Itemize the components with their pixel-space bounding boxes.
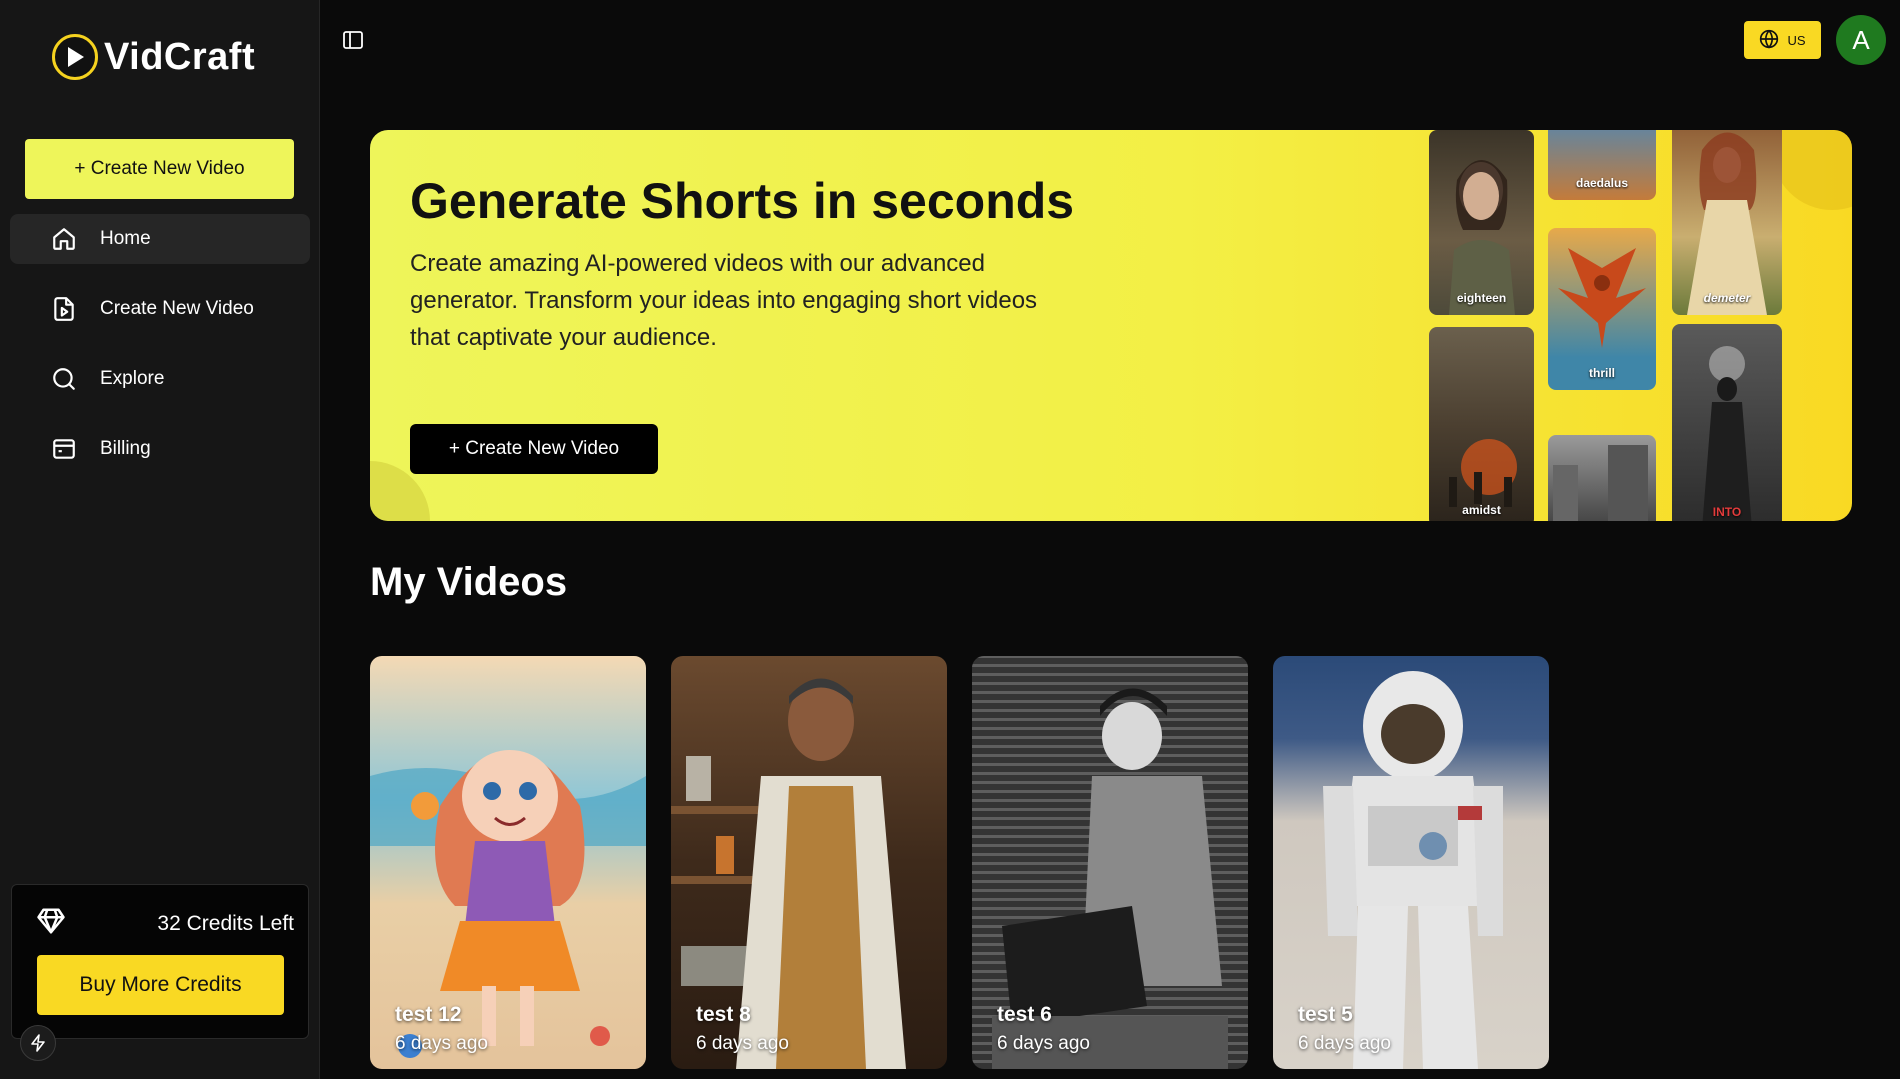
wallet-icon xyxy=(50,435,78,463)
video-title: test 8 xyxy=(696,1003,751,1026)
file-video-icon xyxy=(50,295,78,323)
video-title: test 12 xyxy=(395,1003,462,1026)
sidebar-item-label: Explore xyxy=(100,368,165,389)
hero-thumbnail: thrill xyxy=(1548,228,1656,390)
video-date: 6 days ago xyxy=(395,1033,488,1054)
home-icon xyxy=(50,225,78,253)
thumbnail-label: thrill xyxy=(1589,366,1615,380)
thumbnail-label: amidst xyxy=(1462,503,1501,517)
sidebar-item-home[interactable]: Home xyxy=(10,214,310,264)
sidebar-toggle-icon[interactable] xyxy=(342,29,364,51)
hero-thumbnail: INTO xyxy=(1672,324,1782,521)
app-name: VidCraft xyxy=(104,35,256,78)
sidebar-item-label: Billing xyxy=(100,438,151,459)
sidebar-item-label: Home xyxy=(100,228,151,249)
video-card[interactable]: test 5 6 days ago xyxy=(1273,656,1549,1069)
credits-panel: 32 Credits Left Buy More Credits xyxy=(11,884,309,1039)
hero-banner: Generate Shorts in seconds Create amazin… xyxy=(370,130,1852,521)
play-icon xyxy=(52,34,98,80)
video-title: test 5 xyxy=(1298,1003,1353,1026)
hero-thumbnail: amidst xyxy=(1429,327,1534,521)
hero-thumbnail xyxy=(1548,435,1656,521)
buy-credits-button[interactable]: Buy More Credits xyxy=(37,955,284,1015)
hero-thumbnail: demeter xyxy=(1672,130,1782,315)
hero-title: Generate Shorts in seconds xyxy=(410,173,1075,229)
language-selector[interactable]: US xyxy=(1744,21,1821,59)
video-card[interactable]: test 8 6 days ago xyxy=(671,656,947,1069)
sidebar-item-billing[interactable]: Billing xyxy=(10,424,310,474)
thumbnail-label: eighteen xyxy=(1456,291,1507,305)
video-date: 6 days ago xyxy=(997,1033,1090,1054)
video-date: 6 days ago xyxy=(696,1033,789,1054)
thumbnail-label: INTO xyxy=(1712,505,1742,519)
video-card[interactable]: test 12 6 days ago xyxy=(370,656,646,1069)
credits-count: 32 Credits Left xyxy=(157,911,294,935)
sidebar-nav: Home Create New Video Explore Billing xyxy=(10,214,310,494)
video-title: test 6 xyxy=(997,1003,1052,1026)
decorative-circle xyxy=(1772,130,1852,210)
diamond-icon xyxy=(36,907,66,940)
thumbnail-label: daedalus xyxy=(1575,176,1629,190)
sidebar-item-explore[interactable]: Explore xyxy=(10,354,310,404)
my-videos-title: My Videos xyxy=(370,560,568,604)
bolt-icon[interactable] xyxy=(20,1025,56,1061)
sidebar-item-label: Create New Video xyxy=(100,298,254,319)
hero-thumbnail: eighteen xyxy=(1429,130,1534,315)
sidebar-create-video-button[interactable]: + Create New Video xyxy=(25,139,294,199)
hero-thumbnail: daedalus xyxy=(1548,130,1656,200)
avatar[interactable]: A xyxy=(1836,15,1886,65)
hero-description: Create amazing AI-powered videos with ou… xyxy=(410,250,1038,351)
hero-create-video-button[interactable]: + Create New Video xyxy=(410,424,658,474)
app-logo[interactable]: VidCraft xyxy=(52,34,255,80)
video-card[interactable]: test 6 6 days ago xyxy=(972,656,1248,1069)
sidebar-item-create-new-video[interactable]: Create New Video xyxy=(10,284,310,334)
sidebar: VidCraft + Create New Video Home Create … xyxy=(0,0,320,1079)
globe-icon xyxy=(1759,29,1779,52)
search-icon xyxy=(50,365,78,393)
language-code: US xyxy=(1787,32,1806,48)
thumbnail-label: demeter xyxy=(1703,291,1751,305)
video-date: 6 days ago xyxy=(1298,1033,1391,1054)
